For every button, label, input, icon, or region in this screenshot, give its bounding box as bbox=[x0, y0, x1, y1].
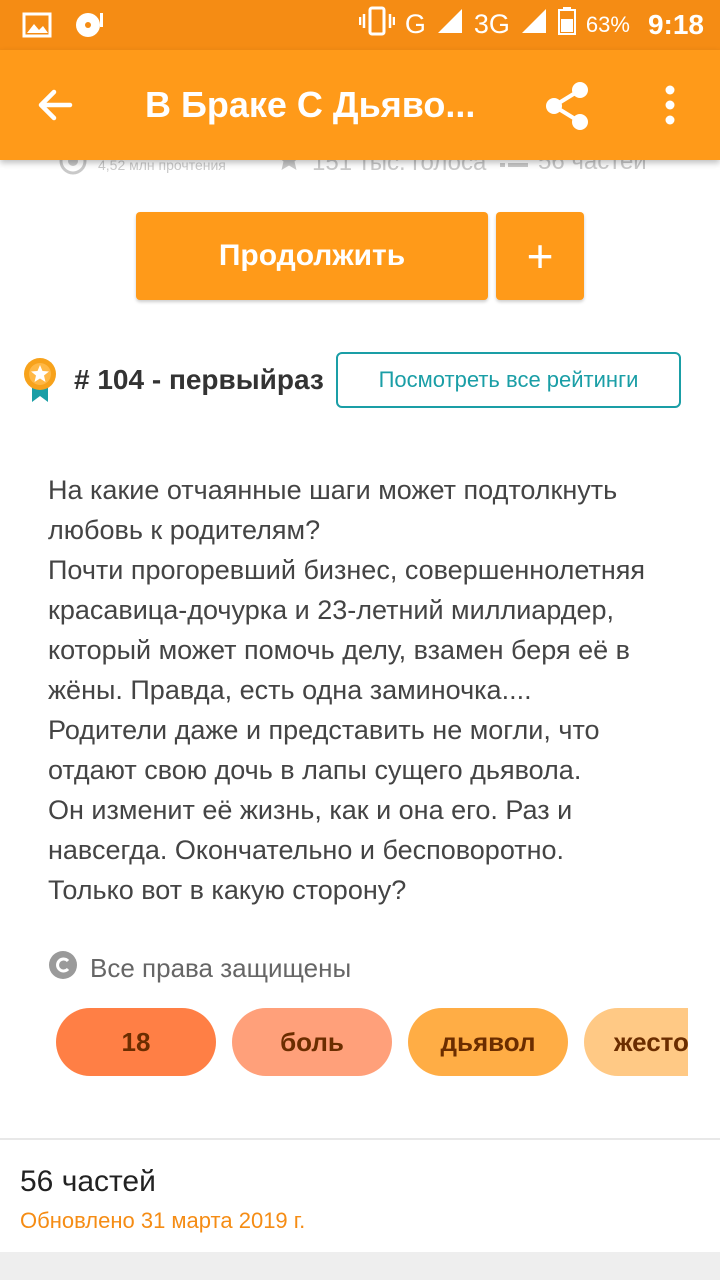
music-disc-icon bbox=[74, 10, 106, 45]
tag-chip[interactable]: дьявол bbox=[408, 1008, 568, 1076]
more-options-icon[interactable] bbox=[655, 82, 685, 128]
description-line: Он изменит её жизнь, как и она его. Раз … bbox=[48, 795, 573, 825]
description-line: отдают свою дочь в лапы сущего дьявола. bbox=[48, 755, 582, 785]
tags-row: 18 боль дьявол жестокость bbox=[56, 1008, 688, 1078]
battery-icon bbox=[557, 7, 576, 42]
tag-chip[interactable]: боль bbox=[232, 1008, 392, 1076]
gallery-icon bbox=[22, 12, 52, 43]
back-arrow-icon[interactable] bbox=[30, 80, 80, 130]
description-line: навсегда. Окончательно и бесповоротно. bbox=[48, 835, 565, 865]
description-line: жёны. Правда, есть одна заминочка.... bbox=[48, 675, 532, 705]
last-updated-text: Обновлено 31 марта 2019 г. bbox=[20, 1208, 306, 1233]
copyright-text: Все права защищены bbox=[90, 953, 352, 983]
ranking-badge-icon bbox=[22, 356, 58, 404]
description-line: любовь к родителям? bbox=[48, 515, 321, 545]
battery-percent: 63% bbox=[585, 11, 630, 37]
clock: 9:18 bbox=[647, 8, 704, 40]
description-line: красавица-дочурка и 23-летний миллиардер… bbox=[48, 595, 614, 625]
description-line: Только вот в какую сторону? bbox=[48, 875, 407, 905]
description-line: На какие отчаянные шаги может подтолкнут… bbox=[48, 475, 618, 505]
ranking-text: # 104 - первыйраз bbox=[74, 364, 324, 395]
status-bar: G 3G 63% 9:18 bbox=[0, 0, 720, 50]
view-all-ratings-button[interactable]: Посмотреть все рейтинги bbox=[336, 352, 681, 408]
continue-reading-button[interactable]: Продолжить bbox=[136, 212, 488, 300]
tag-chip[interactable]: жестокость bbox=[584, 1008, 688, 1076]
app-bar: В Браке С Дьяво... bbox=[0, 50, 720, 160]
copyright-notice: Все права защищены bbox=[48, 950, 351, 987]
share-icon[interactable] bbox=[540, 78, 596, 134]
tag-chip[interactable]: 18 bbox=[56, 1008, 216, 1076]
network-g-label: G bbox=[404, 9, 426, 39]
signal-3g-icon bbox=[520, 7, 548, 42]
signal-icon bbox=[436, 7, 464, 42]
footer-strip bbox=[0, 1252, 720, 1280]
section-divider bbox=[0, 1138, 720, 1140]
vibrate-icon bbox=[358, 6, 396, 43]
story-description: На какие отчаянные шаги может подтолкнут… bbox=[48, 470, 688, 910]
parts-section-title[interactable]: 56 частей bbox=[20, 1165, 156, 1199]
add-to-library-button[interactable]: + bbox=[496, 212, 584, 300]
description-line: Родители даже и представить не могли, чт… bbox=[48, 715, 600, 745]
description-line: который может помочь делу, взамен беря е… bbox=[48, 635, 630, 665]
network-3g-label: 3G bbox=[473, 9, 510, 39]
description-line: Почти прогоревший бизнес, совершеннолетн… bbox=[48, 555, 646, 585]
copyright-icon bbox=[48, 950, 78, 987]
story-title: В Браке С Дьяво... bbox=[145, 84, 476, 125]
